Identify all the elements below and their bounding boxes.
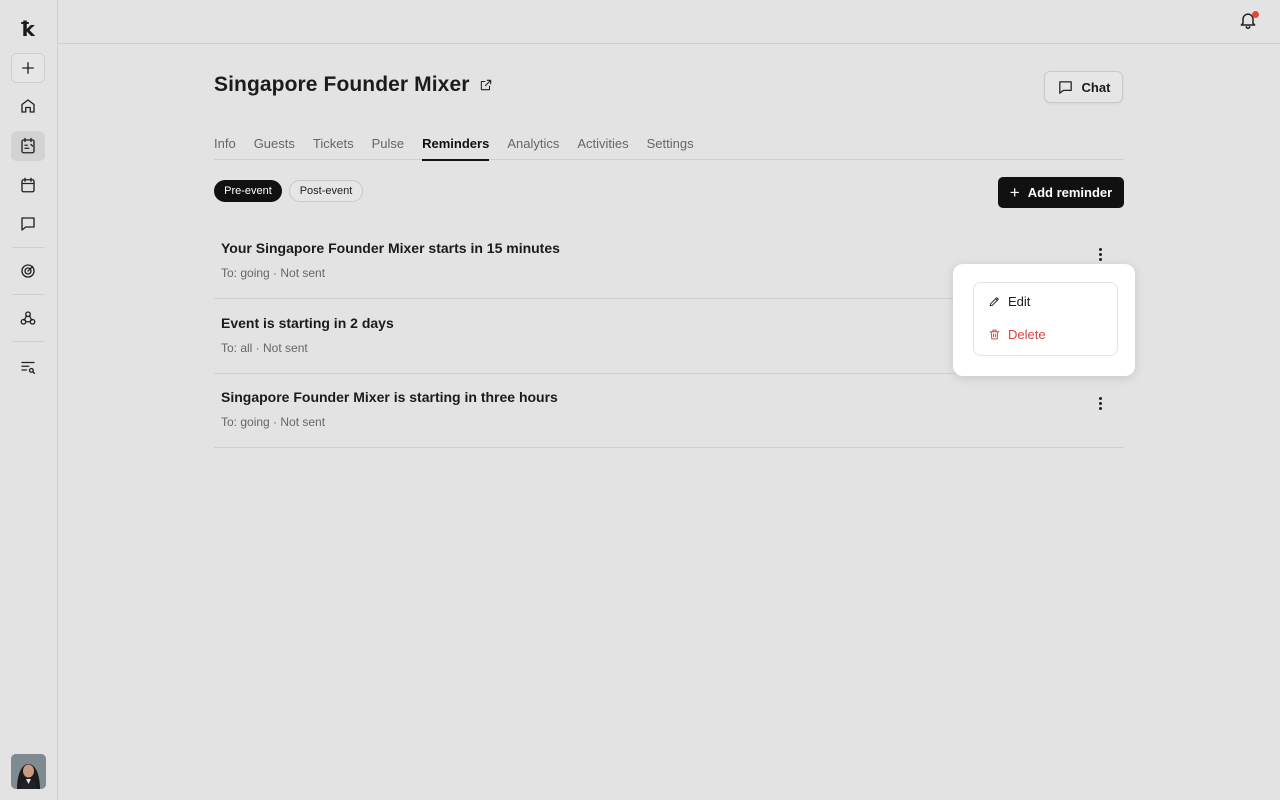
user-photo bbox=[11, 754, 46, 789]
sidebar-item-calendar[interactable] bbox=[11, 170, 45, 200]
more-options-button[interactable] bbox=[1090, 391, 1110, 415]
more-options-button[interactable] bbox=[1090, 242, 1110, 266]
sidebar-item-events[interactable] bbox=[11, 131, 45, 161]
tab-pulse[interactable]: Pulse bbox=[372, 136, 405, 160]
notification-dot bbox=[1252, 11, 1259, 18]
page-title: Singapore Founder Mixer bbox=[214, 73, 493, 97]
tab-reminders[interactable]: Reminders bbox=[422, 136, 490, 161]
reminder-subtitle: To: going · Not sent bbox=[221, 415, 326, 429]
event-tabs: Info Guests Tickets Pulse Reminders Anal… bbox=[214, 136, 1124, 161]
edit-label: Edit bbox=[1008, 294, 1031, 309]
tab-guests[interactable]: Guests bbox=[254, 136, 295, 160]
sidebar-item-chat[interactable] bbox=[11, 209, 45, 239]
trash-icon bbox=[989, 329, 1000, 340]
reminder-title: Event is starting in 2 days bbox=[221, 315, 394, 331]
plus-icon: + bbox=[1009, 182, 1020, 202]
reminder-title: Your Singapore Founder Mixer starts in 1… bbox=[221, 240, 560, 256]
sidebar-divider bbox=[12, 341, 45, 342]
reminder-subtitle: To: all · Not sent bbox=[221, 341, 308, 355]
filter-pre-event[interactable]: Pre-event bbox=[214, 180, 282, 202]
event-icon bbox=[21, 137, 35, 154]
reminder-subtitle: To: going · Not sent bbox=[221, 266, 326, 280]
delete-menu-item[interactable]: Delete bbox=[988, 327, 1046, 342]
analytics-icon bbox=[21, 264, 35, 278]
chat-icon bbox=[1058, 80, 1072, 94]
pencil-icon bbox=[989, 297, 999, 307]
sidebar: ꝁ bbox=[0, 0, 58, 800]
notifications-button[interactable] bbox=[1238, 10, 1260, 32]
sidebar-item-analytics[interactable] bbox=[11, 256, 45, 286]
edit-menu-item[interactable]: Edit bbox=[988, 294, 1030, 309]
chat-button-label: Chat bbox=[1081, 79, 1111, 95]
external-link-icon[interactable] bbox=[479, 78, 493, 92]
tab-tickets[interactable]: Tickets bbox=[313, 136, 354, 160]
app-logo[interactable]: ꝁ bbox=[14, 16, 42, 42]
avatar[interactable] bbox=[11, 754, 46, 789]
delete-label: Delete bbox=[1008, 327, 1046, 342]
reminder-title: Singapore Founder Mixer is starting in t… bbox=[221, 389, 558, 405]
sidebar-divider bbox=[12, 294, 45, 295]
chat-icon bbox=[21, 217, 35, 231]
reminder-row[interactable]: Singapore Founder Mixer is starting in t… bbox=[214, 373, 1124, 448]
sidebar-item-search[interactable] bbox=[11, 352, 45, 382]
create-button[interactable] bbox=[11, 53, 45, 83]
tab-activities[interactable]: Activities bbox=[577, 136, 628, 160]
tab-info[interactable]: Info bbox=[214, 136, 236, 160]
plus-icon bbox=[22, 62, 34, 74]
sidebar-divider bbox=[12, 247, 45, 248]
home-icon bbox=[21, 99, 35, 113]
chat-button[interactable]: Chat bbox=[1044, 71, 1123, 103]
calendar-icon bbox=[21, 177, 35, 193]
reminder-context-menu: Edit Delete bbox=[953, 264, 1135, 376]
search-list-icon bbox=[21, 361, 36, 375]
sidebar-item-webhooks[interactable] bbox=[11, 303, 45, 333]
tab-analytics[interactable]: Analytics bbox=[507, 136, 559, 160]
filter-post-event[interactable]: Post-event bbox=[289, 180, 363, 202]
add-reminder-label: Add reminder bbox=[1027, 185, 1113, 200]
webhook-icon bbox=[20, 311, 36, 325]
sidebar-item-home[interactable] bbox=[11, 91, 45, 121]
top-bar bbox=[58, 0, 1280, 44]
add-reminder-button[interactable]: + Add reminder bbox=[998, 177, 1124, 208]
event-title: Singapore Founder Mixer bbox=[214, 73, 470, 96]
context-menu-list: Edit Delete bbox=[973, 282, 1118, 356]
tab-settings[interactable]: Settings bbox=[647, 136, 694, 160]
